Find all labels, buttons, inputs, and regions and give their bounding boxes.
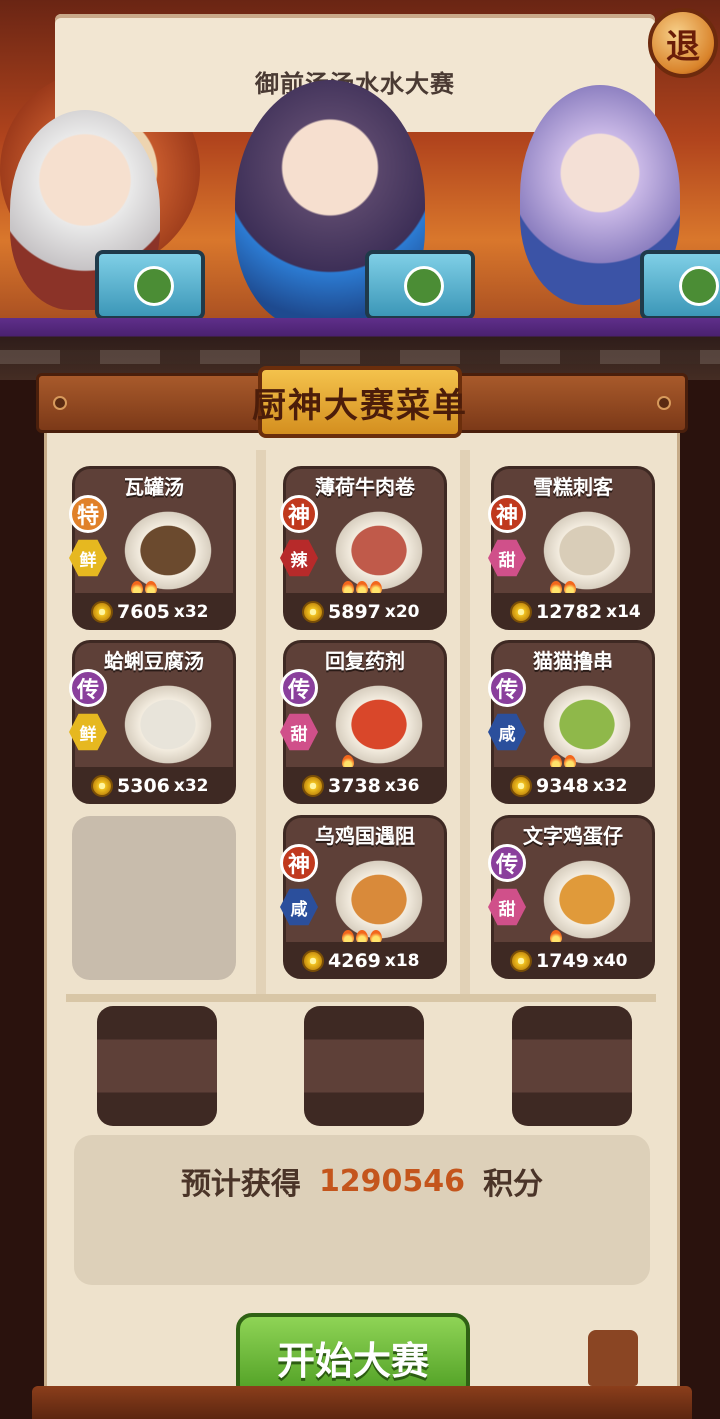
pot-emblem-icon — [679, 266, 719, 306]
board-frame-left — [0, 380, 44, 1419]
cooking-pot — [365, 250, 475, 320]
price-bar: 4269 x18 — [286, 942, 444, 976]
dish-price: 12782 — [536, 601, 603, 623]
dish-price: 5897 — [328, 601, 381, 623]
grade-badge: 神 — [280, 844, 318, 882]
utensil-jar-icon — [588, 1330, 638, 1386]
selected-dish-slot[interactable] — [97, 1006, 217, 1126]
row-divider — [66, 994, 656, 1002]
dish-price: 7605 — [117, 601, 170, 623]
stage-scene: 御前汤汤水水大赛 — [0, 0, 720, 400]
dish-name: 乌鸡国遇阻 — [315, 824, 415, 848]
coin-icon — [510, 775, 532, 797]
price-bar: 3738 x36 — [286, 767, 444, 801]
estimate-suffix: 积分 — [483, 1167, 544, 1202]
flavor-badge: 鲜 — [69, 713, 107, 751]
coin-icon — [91, 775, 113, 797]
dish-quantity: x18 — [384, 951, 420, 971]
empty-dish-slot[interactable] — [72, 816, 236, 980]
price-bar: 5897 x20 — [286, 593, 444, 627]
rivet-icon — [657, 396, 671, 410]
grade-badge: 特 — [69, 495, 107, 533]
coin-icon — [510, 601, 532, 623]
dish-price: 5306 — [117, 775, 170, 797]
dish-card[interactable]: 蛤蜊豆腐汤 传 鲜 5306 x32 — [69, 640, 236, 804]
pot-emblem-icon — [134, 266, 174, 306]
dish-name: 薄荷牛肉卷 — [315, 475, 415, 499]
dish-quantity: x32 — [173, 776, 209, 796]
dish-image — [113, 501, 223, 591]
coin-icon — [302, 775, 324, 797]
bottom-frame — [32, 1386, 692, 1419]
dish-card[interactable]: 文字鸡蛋仔 传 甜 1749 x40 — [488, 815, 655, 979]
dish-quantity: x32 — [173, 602, 209, 622]
dish-image — [532, 501, 642, 591]
dish-image — [324, 850, 434, 940]
flavor-badge: 辣 — [280, 539, 318, 577]
coin-icon — [91, 601, 113, 623]
dish-name: 雪糕刺客 — [533, 475, 613, 499]
dish-name: 瓦罐汤 — [124, 475, 184, 499]
grade-badge: 传 — [69, 669, 107, 707]
dish-name: 猫猫撸串 — [533, 649, 613, 673]
dish-card[interactable]: 猫猫撸串 传 咸 9348 x32 — [488, 640, 655, 804]
dish-image — [324, 501, 434, 591]
cooking-pot — [95, 250, 205, 320]
dish-image — [113, 675, 223, 765]
dish-price: 9348 — [536, 775, 589, 797]
dish-quantity: x14 — [606, 602, 641, 622]
dish-card[interactable]: 薄荷牛肉卷 神 辣 5897 x20 — [280, 466, 447, 630]
menu-title: 厨神大赛菜单 — [252, 385, 468, 426]
cooking-pot — [640, 250, 720, 320]
dish-image — [324, 675, 434, 765]
dish-price: 4269 — [328, 950, 381, 972]
price-bar: 5306 x32 — [75, 767, 233, 801]
flavor-badge: 甜 — [280, 713, 318, 751]
dish-name: 回复药剂 — [325, 649, 405, 673]
flavor-badge: 咸 — [280, 888, 318, 926]
estimate-prefix: 预计获得 — [180, 1167, 301, 1202]
column-divider — [460, 450, 470, 995]
dish-card[interactable]: 瓦罐汤 特 鲜 7605 x32 — [69, 466, 236, 630]
grade-badge: 神 — [280, 495, 318, 533]
flavor-badge: 甜 — [488, 888, 526, 926]
flavor-badge: 鲜 — [69, 539, 107, 577]
price-bar: 1749 x40 — [494, 942, 652, 976]
dish-image — [532, 850, 642, 940]
dish-quantity: x32 — [592, 776, 628, 796]
estimate-panel: 预计获得 1290546 积分 — [74, 1135, 650, 1285]
grade-badge: 传 — [488, 844, 526, 882]
dish-quantity: x36 — [384, 776, 420, 796]
price-bar: 12782 x14 — [494, 593, 652, 627]
dish-image — [532, 675, 642, 765]
dish-card[interactable]: 回复药剂 传 甜 3738 x36 — [280, 640, 447, 804]
coin-icon — [510, 950, 532, 972]
board-frame-right — [680, 380, 720, 1419]
dish-quantity: x40 — [592, 951, 628, 971]
price-bar: 7605 x32 — [75, 593, 233, 627]
grade-badge: 神 — [488, 495, 526, 533]
dish-price: 1749 — [536, 950, 589, 972]
rivet-icon — [53, 396, 67, 410]
coin-icon — [302, 601, 324, 623]
dish-card[interactable]: 乌鸡国遇阻 神 咸 4269 x18 — [280, 815, 447, 979]
exit-button[interactable]: 退 — [648, 8, 718, 78]
dish-name: 蛤蜊豆腐汤 — [104, 649, 204, 673]
pot-emblem-icon — [404, 266, 444, 306]
flavor-badge: 甜 — [488, 539, 526, 577]
selected-dish-slot[interactable] — [512, 1006, 632, 1126]
coin-icon — [302, 950, 324, 972]
estimate-value: 1290546 — [318, 1163, 466, 1199]
grade-badge: 传 — [280, 669, 318, 707]
dish-name: 文字鸡蛋仔 — [523, 824, 623, 848]
dish-price: 3738 — [328, 775, 381, 797]
dish-quantity: x20 — [384, 602, 420, 622]
selected-dish-slot[interactable] — [304, 1006, 424, 1126]
dish-card[interactable]: 雪糕刺客 神 甜 12782 x14 — [488, 466, 655, 630]
flavor-badge: 咸 — [488, 713, 526, 751]
price-bar: 9348 x32 — [494, 767, 652, 801]
column-divider — [256, 450, 266, 995]
grade-badge: 传 — [488, 669, 526, 707]
